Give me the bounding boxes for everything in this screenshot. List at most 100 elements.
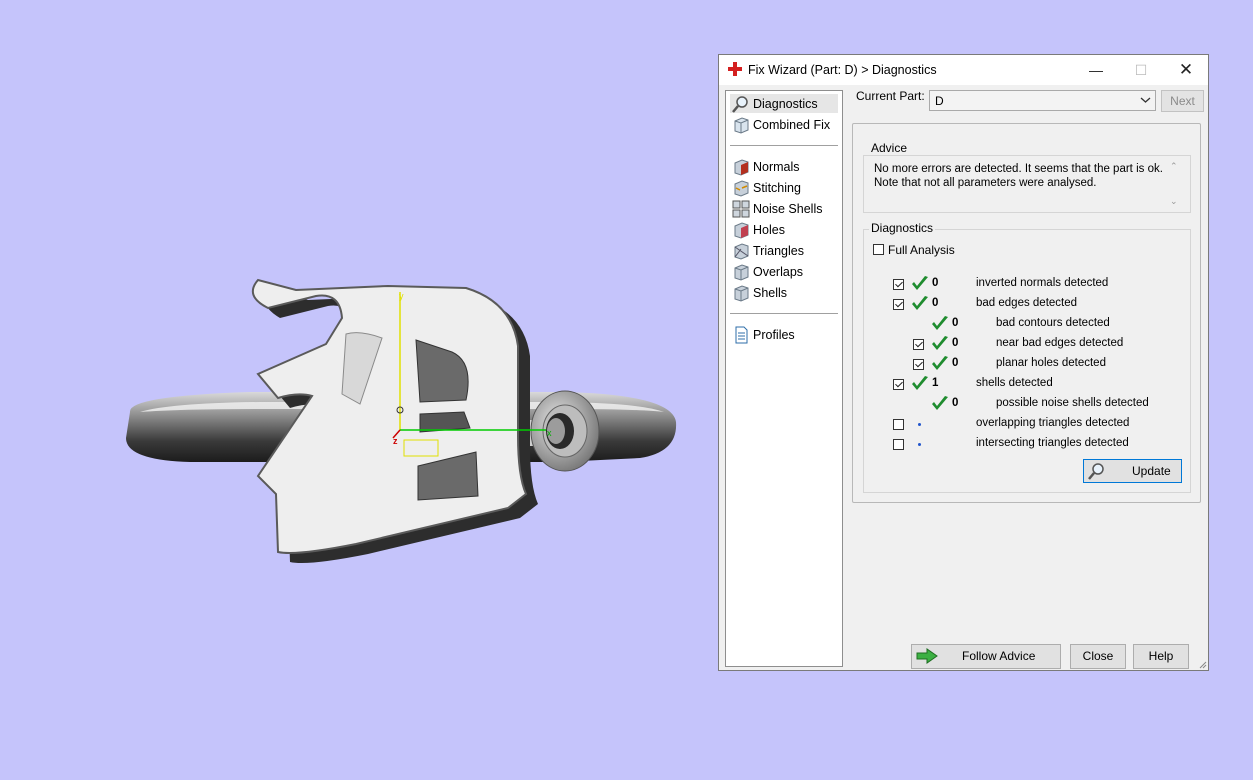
title-bar[interactable]: Fix Wizard (Part: D) > Diagnostics — ☐ ✕ xyxy=(719,55,1208,85)
diagnostic-label: bad edges detected xyxy=(976,297,1078,309)
nav-label: Diagnostics xyxy=(753,97,818,111)
nav-separator xyxy=(730,313,838,314)
full-analysis-checkbox[interactable] xyxy=(873,244,884,255)
document-icon xyxy=(735,326,748,344)
update-label: Update xyxy=(1132,464,1171,478)
diagnostic-count: 0 xyxy=(952,337,959,349)
diagnostic-checkbox[interactable] xyxy=(893,299,904,310)
diagnostic-count: 0 xyxy=(952,317,959,329)
nav-item-overlaps[interactable]: Overlaps xyxy=(730,262,838,281)
axis-y-label: y xyxy=(399,291,404,301)
diagnostic-label: overlapping triangles detected xyxy=(976,417,1130,429)
diagnostic-checkbox[interactable] xyxy=(913,339,924,350)
diagnostic-count: 0 xyxy=(952,397,959,409)
nav-item-stitching[interactable]: Stitching xyxy=(730,178,838,197)
normals-cube-icon xyxy=(734,159,749,176)
advice-scrollbar[interactable]: ⌃ ⌄ xyxy=(1168,161,1182,207)
wizard-nav-panel: Diagnostics Combined Fix Normals Stitchi… xyxy=(725,90,843,667)
diagnostic-label: planar holes detected xyxy=(996,357,1106,369)
axis-z-label: z xyxy=(393,436,398,446)
ring-bezel xyxy=(530,390,600,472)
nav-item-normals[interactable]: Normals xyxy=(730,157,838,176)
pending-dot-icon xyxy=(918,443,921,446)
update-button[interactable]: Update xyxy=(1083,459,1182,483)
diagnostic-label: possible noise shells detected xyxy=(996,397,1149,409)
arrow-right-icon xyxy=(916,648,938,664)
close-window-button[interactable]: ✕ xyxy=(1163,55,1209,85)
nav-label: Combined Fix xyxy=(753,118,831,132)
diagnostic-label: intersecting triangles detected xyxy=(976,437,1129,449)
nav-separator xyxy=(730,145,838,146)
shells-cube-icon xyxy=(734,285,749,302)
stitching-cube-icon xyxy=(734,180,749,197)
checkmark-icon xyxy=(932,356,948,370)
current-part-label: Current Part: xyxy=(856,89,925,103)
current-part-value: D xyxy=(935,94,944,108)
magnifier-icon xyxy=(732,96,748,113)
nav-item-shells[interactable]: Shells xyxy=(730,283,838,302)
chevron-down-icon xyxy=(1140,97,1151,103)
diagnostics-title: Diagnostics xyxy=(869,221,936,235)
nav-label: Profiles xyxy=(753,328,795,342)
advice-title: Advice xyxy=(869,141,910,155)
red-cross-icon xyxy=(728,62,742,76)
triangles-cube-icon xyxy=(734,243,749,260)
nav-item-triangles[interactable]: Triangles xyxy=(730,241,838,260)
diagnostic-checkbox[interactable] xyxy=(893,379,904,390)
checkmark-icon xyxy=(912,376,928,390)
next-button[interactable]: Next xyxy=(1161,90,1204,112)
diagnostic-checkbox[interactable] xyxy=(893,439,904,450)
current-part-select[interactable]: D xyxy=(929,90,1156,111)
follow-advice-label: Follow Advice xyxy=(962,649,1036,663)
help-button[interactable]: Help xyxy=(1133,644,1189,669)
fix-wizard-dialog: Fix Wizard (Part: D) > Diagnostics — ☐ ✕… xyxy=(718,54,1209,671)
nav-label: Noise Shells xyxy=(753,202,823,216)
scroll-up-icon[interactable]: ⌃ xyxy=(1170,161,1178,172)
checkmark-icon xyxy=(932,316,948,330)
diagnostic-label: inverted normals detected xyxy=(976,277,1109,289)
nav-label: Shells xyxy=(753,286,788,300)
nav-item-noise-shells[interactable]: Noise Shells xyxy=(730,199,838,218)
diagnostic-label: shells detected xyxy=(976,377,1053,389)
nav-item-diagnostics[interactable]: Diagnostics xyxy=(730,94,838,113)
checkmark-icon xyxy=(932,336,948,350)
resize-grip-icon[interactable] xyxy=(1197,659,1207,669)
checkmark-icon xyxy=(932,396,948,410)
maximize-button[interactable]: ☐ xyxy=(1118,55,1164,85)
overlaps-cube-icon xyxy=(734,264,749,281)
nav-label: Holes xyxy=(753,223,785,237)
diagnostic-checkbox[interactable] xyxy=(893,419,904,430)
nav-label: Normals xyxy=(753,160,800,174)
magnifier-icon xyxy=(1088,463,1104,480)
scroll-down-icon[interactable]: ⌄ xyxy=(1170,196,1178,207)
nav-item-combined-fix[interactable]: Combined Fix xyxy=(730,115,838,134)
pending-dot-icon xyxy=(918,423,921,426)
dialog-title: Fix Wizard (Part: D) > Diagnostics xyxy=(748,63,937,77)
diagnostic-checkbox[interactable] xyxy=(893,279,904,290)
diagnostic-checkbox[interactable] xyxy=(913,359,924,370)
axis-x-label: x xyxy=(547,428,552,438)
holes-cube-icon xyxy=(734,222,749,239)
diagnostic-count: 0 xyxy=(932,297,939,309)
nav-label: Overlaps xyxy=(753,265,804,279)
advice-text: No more errors are detected. It seems th… xyxy=(874,163,1163,189)
gothic-d-letter xyxy=(251,278,538,563)
nav-label: Triangles xyxy=(753,244,804,258)
diagnostic-label: near bad edges detected xyxy=(996,337,1124,349)
nav-item-profiles[interactable]: Profiles xyxy=(730,325,838,344)
close-button[interactable]: Close xyxy=(1070,644,1126,669)
cube-icon xyxy=(734,117,749,134)
nav-item-holes[interactable]: Holes xyxy=(730,220,838,239)
3d-viewport[interactable]: y z x xyxy=(0,0,715,777)
part-render: y z x xyxy=(126,278,677,563)
follow-advice-button[interactable]: Follow Advice xyxy=(911,644,1061,669)
diagnostic-count: 0 xyxy=(932,277,939,289)
full-analysis-label: Full Analysis xyxy=(888,243,955,257)
nav-label: Stitching xyxy=(753,181,801,195)
checkmark-icon xyxy=(912,276,928,290)
diagnostic-label: bad contours detected xyxy=(996,317,1110,329)
diagnostic-count: 0 xyxy=(952,357,959,369)
minimize-button[interactable]: — xyxy=(1073,55,1119,85)
diagnostic-count: 1 xyxy=(932,377,939,389)
noise-shells-icon xyxy=(732,200,750,218)
